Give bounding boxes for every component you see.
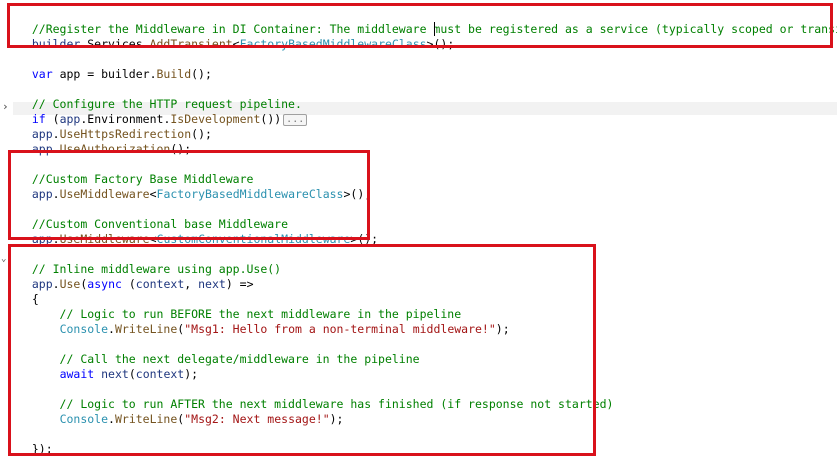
code-text: <: [149, 232, 157, 246]
code-keyword: async: [87, 277, 122, 291]
code-line[interactable]: app.UseHttpsRedirection();: [18, 112, 212, 141]
code-line[interactable]: // Logic to run AFTER the next middlewar…: [18, 382, 614, 411]
code-identifier: next: [101, 367, 129, 381]
code-method: WriteLine: [114, 322, 178, 336]
code-identifier: app: [31, 232, 53, 246]
code-line[interactable]: app.UseAuthorization();: [18, 127, 191, 156]
code-string: "Msg2: Next message!": [184, 412, 330, 426]
code-line[interactable]: app.Use(async (context, next) =>: [18, 262, 254, 291]
code-text: app = builder.: [52, 67, 157, 81]
code-line[interactable]: // Logic to run BEFORE the next middlewa…: [18, 292, 462, 321]
code-text: .: [108, 322, 115, 336]
code-text: .: [52, 187, 60, 201]
code-identifier: app: [31, 142, 53, 156]
code-string: "Msg1: Hello from a non-terminal middlew…: [184, 322, 496, 336]
code-line[interactable]: Console.WriteLine("Msg1: Hello from a no…: [18, 307, 510, 336]
code-text: .: [52, 232, 60, 246]
code-text: >();: [343, 187, 372, 201]
code-line[interactable]: await next(context);: [18, 352, 199, 381]
code-type: FactoryBasedMiddlewareClass: [239, 37, 427, 51]
code-method: UseMiddleware: [59, 187, 150, 201]
code-line[interactable]: {: [18, 277, 39, 306]
code-identifier: context: [135, 367, 185, 381]
code-text: );: [329, 412, 344, 426]
code-line[interactable]: if (app.Environment.IsDevelopment())...: [18, 97, 308, 126]
code-line[interactable]: app.UseMiddleware<FactoryBasedMiddleware…: [18, 172, 371, 201]
code-line[interactable]: app.UseMiddleware<CustomConventionalMidd…: [18, 217, 378, 246]
code-identifier: app: [31, 187, 53, 201]
code-text: .Services.: [80, 37, 150, 51]
code-text: <: [149, 187, 157, 201]
code-line[interactable]: var app = builder.Build();: [18, 52, 212, 81]
code-method: WriteLine: [114, 412, 178, 426]
code-text: >();: [426, 37, 455, 51]
code-method: Use: [59, 277, 81, 291]
code-method: Build: [156, 67, 192, 81]
code-text: .: [108, 412, 115, 426]
code-text: ();: [170, 142, 192, 156]
code-text: .: [52, 277, 60, 291]
code-text: ) =>: [225, 277, 254, 291]
code-text: .: [52, 142, 60, 156]
code-line[interactable]: //Custom Factory Base Middleware: [18, 157, 254, 186]
code-identifier: context: [135, 277, 185, 291]
code-text: >();: [350, 232, 379, 246]
code-method: UseAuthorization: [59, 142, 171, 156]
code-text: (: [121, 277, 136, 291]
code-keyword: await: [59, 367, 95, 381]
code-line[interactable]: // Configure the HTTP request pipeline.: [18, 82, 302, 111]
code-line[interactable]: //Custom Conventional base Middleware: [18, 202, 288, 231]
code-line[interactable]: // Call the next delegate/middleware in …: [18, 337, 420, 366]
code-text: <: [232, 37, 240, 51]
code-keyword: var: [31, 67, 53, 81]
code-line[interactable]: // Inline middleware using app.Use(): [18, 247, 281, 276]
collapsed-region-ellipsis[interactable]: ...: [283, 113, 308, 126]
text-caret: [434, 22, 435, 36]
chevron-down-icon[interactable]: ⌄: [1, 254, 6, 264]
chevron-right-icon[interactable]: ›: [2, 99, 9, 114]
code-text: ();: [191, 127, 212, 141]
code-line[interactable]: builder.Services.AddTransient<FactoryBas…: [18, 22, 454, 51]
code-type: FactoryBasedMiddlewareClass: [156, 187, 344, 201]
code-text: ,: [184, 277, 199, 291]
code-text: );: [184, 367, 199, 381]
code-identifier: builder: [31, 37, 81, 51]
code-text: });: [31, 442, 53, 456]
code-type: Console: [59, 322, 109, 336]
code-method: AddTransient: [149, 37, 233, 51]
code-line[interactable]: Console.WriteLine("Msg2: Next message!")…: [18, 397, 344, 426]
code-text: (: [128, 367, 136, 381]
code-identifier: next: [198, 277, 226, 291]
code-line[interactable]: });: [18, 427, 53, 456]
code-type: Console: [59, 412, 109, 426]
code-method: UseMiddleware: [59, 232, 150, 246]
code-text: ();: [191, 67, 212, 81]
code-type: CustomConventionalMiddleware: [156, 232, 351, 246]
code-line[interactable]: //Register the Middleware in DI Containe…: [18, 7, 837, 36]
code-text: ()): [260, 112, 282, 126]
code-text: );: [495, 322, 510, 336]
